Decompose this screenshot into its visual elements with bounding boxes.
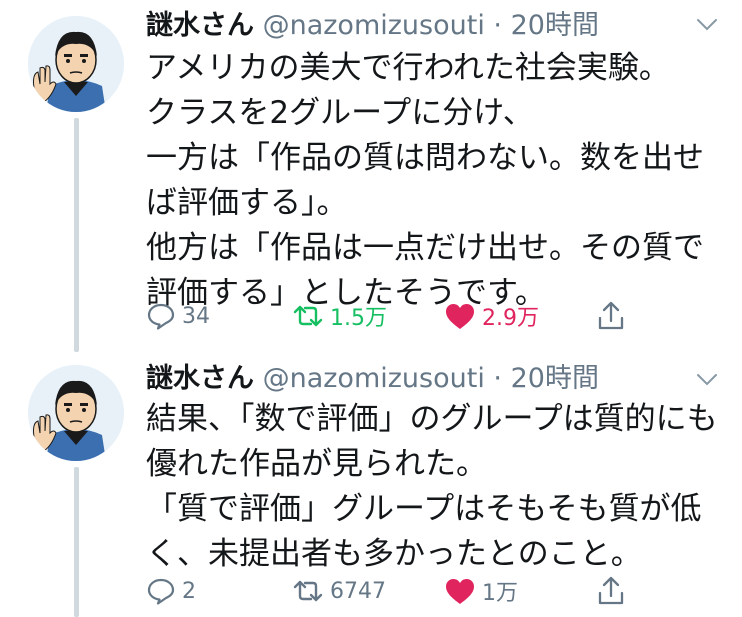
tweet-text-line: 優れた作品が見られた。 [146,446,487,482]
tweet-text-line: 結果、「数で評価」のグループは質的にも [146,401,718,437]
reply-icon [147,303,175,330]
reply-button[interactable]: 34 [146,296,210,336]
retweet-count: 1.5万 [330,306,387,331]
like-count: 2.9万 [482,306,539,331]
separator-dot: · [493,10,503,41]
tweet-text-line: 他方は「作品は一点だけ出せ。その質で [146,230,704,266]
separator-dot: · [493,363,503,394]
avatar-illustration [28,365,124,461]
user-handle[interactable]: @nazomizusouti [263,10,485,41]
like-count: 1万 [482,581,518,606]
user-handle[interactable]: @nazomizusouti [263,363,485,394]
tweet-text-line: アメリカの美大で行われた社会実験。 [146,50,670,86]
thread-line [74,118,79,352]
tweet-text-line: 一方は「作品の質は問わない。数を出せ [146,140,704,176]
avatar-illustration [28,16,124,112]
reply-count: 34 [182,303,210,329]
display-name[interactable]: 謎水さん [146,363,254,394]
tweet-text-line: 「質で評価」グループはそもそも質が低 [146,491,702,527]
tweet-actions: 2 6747 1万 [146,571,636,611]
chevron-down-icon[interactable] [694,14,720,34]
share-icon [598,576,624,605]
chevron-down-icon[interactable] [694,369,720,389]
tweet-text: 結果、「数で評価」のグループは質的にも 優れた作品が見られた。 「質で評価」グル… [146,397,718,577]
timestamp[interactable]: 20時間 [511,10,599,41]
heart-icon [446,579,474,604]
share-button[interactable] [596,296,626,336]
retweet-button[interactable]: 6747 [292,571,386,611]
reply-button[interactable]: 2 [146,571,196,611]
tweet[interactable]: 謎水さん @nazomizusouti · 20時間 アメリカの美大で行われた社… [0,0,742,352]
reply-icon [147,578,175,605]
tweet[interactable]: 謎水さん @nazomizusouti · 20時間 結果、「数で評価」のグルー… [0,355,742,617]
like-button[interactable]: 2.9万 [444,296,539,336]
tweet-text: アメリカの美大で行われた社会実験。 クラスを2グループに分け、 一方は「作品の質… [146,46,716,316]
reply-count: 2 [182,578,196,604]
retweet-count: 6747 [330,578,386,604]
tweet-text-line: クラスを2グループに分け、 [146,95,534,131]
display-name[interactable]: 謎水さん [146,10,254,41]
thread-line [74,467,79,617]
retweet-icon [293,305,323,327]
heart-icon [446,304,474,329]
tweet-actions: 34 1.5万 2.9万 [146,296,636,336]
timestamp[interactable]: 20時間 [511,363,599,394]
retweet-button[interactable]: 1.5万 [292,296,387,336]
avatar[interactable] [28,16,124,112]
share-icon [598,301,624,330]
tweet-header: 謎水さん @nazomizusouti · 20時間 [146,8,599,44]
avatar[interactable] [28,365,124,461]
like-button[interactable]: 1万 [444,571,518,611]
tweet-header: 謎水さん @nazomizusouti · 20時間 [146,361,599,397]
share-button[interactable] [596,571,626,611]
tweet-text-line: ば評価する」。 [146,185,348,221]
retweet-icon [293,580,323,602]
